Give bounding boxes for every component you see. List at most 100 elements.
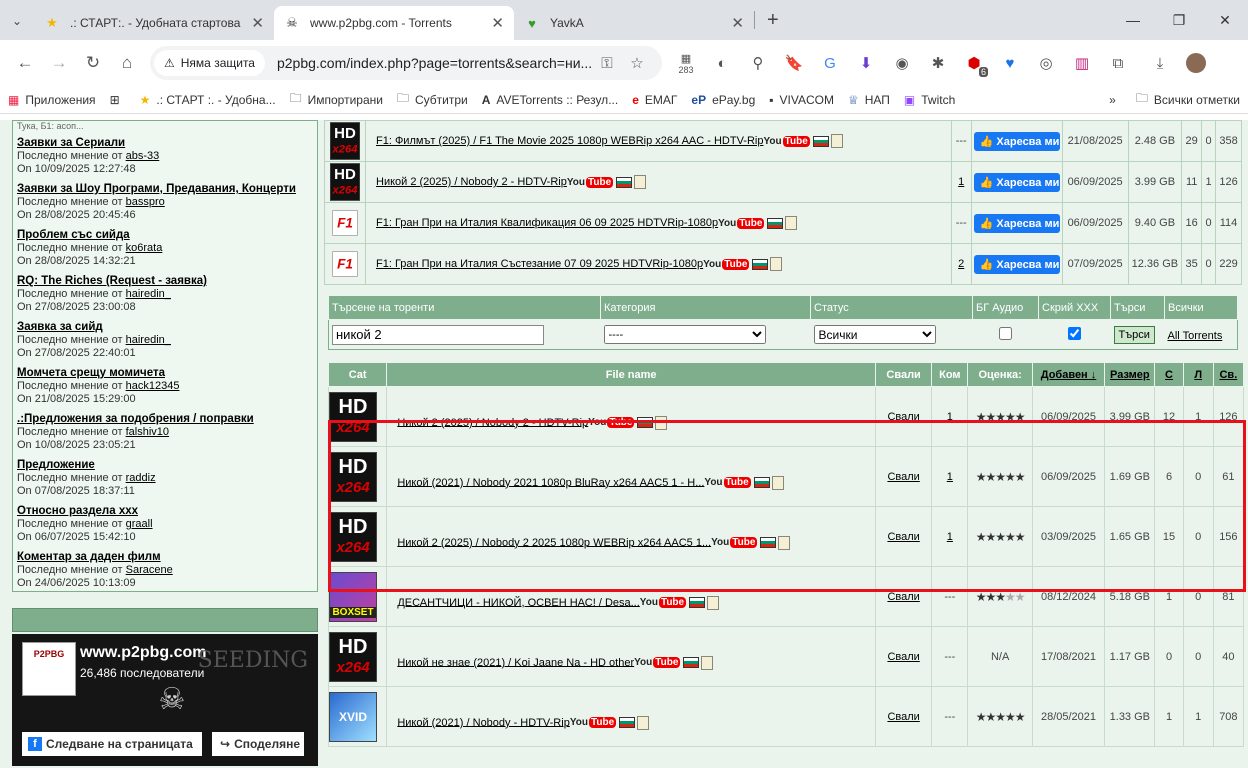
bookmark-epay[interactable]: eP ePay.bg	[691, 93, 755, 107]
address-bar[interactable]: ⚠ Няма защита p2pbg.com/index.php?page=to…	[150, 46, 662, 80]
hd-x264-category-icon[interactable]: HD x264	[329, 631, 377, 682]
all-torrents-link[interactable]: All Torrents	[1168, 330, 1223, 342]
ext-ghost-icon[interactable]: ◐	[704, 48, 740, 78]
ext-target-icon[interactable]: ◎	[1028, 48, 1064, 78]
comments-count[interactable]: ---	[956, 217, 967, 229]
bookmark-avetorrents[interactable]: A AVETorrents :: Резул...	[482, 93, 618, 107]
comments-count[interactable]: 1	[947, 471, 953, 483]
torrent-name-link[interactable]: F1: Филмът (2025) / F1 The Movie 2025 10…	[376, 135, 763, 147]
forum-user-link[interactable]: graall	[126, 518, 153, 530]
forum-topic-link[interactable]: RQ: The Riches (Request - заявка)	[17, 275, 313, 288]
youtube-icon[interactable]: You Tube	[718, 217, 765, 229]
fb-share-button[interactable]: ↪ Споделяне	[212, 732, 304, 756]
comments-count[interactable]: 2	[958, 258, 964, 270]
tab-start[interactable]: ★ .: СТАРТ:. - Удобната стартова ✕	[34, 6, 274, 40]
ext-calendar-icon[interactable]: ▦ 283	[668, 48, 704, 78]
xvid-category-icon[interactable]: XVID	[329, 691, 377, 742]
fb-like-button[interactable]: 👍 Харесва ми	[973, 172, 1060, 192]
forum-user-link[interactable]: ko6rata	[126, 242, 163, 254]
ext-bookmark-icon[interactable]: 🔖	[776, 48, 812, 78]
bg-audio-checkbox[interactable]	[999, 326, 1012, 340]
comments-count[interactable]: 1	[958, 176, 964, 188]
youtube-icon[interactable]: You Tube	[763, 135, 810, 147]
torrent-name-link[interactable]: Никой (2021) / Nobody 2021 1080p BluRay …	[397, 476, 704, 488]
torrent-name-link[interactable]: Никой 2 (2025) / Nobody 2 - HDTV-Rip	[376, 176, 567, 188]
ext-download-icon[interactable]: ⬇	[848, 48, 884, 78]
fb-follow-button[interactable]: f Следване на страницата	[22, 732, 202, 756]
nfo-icon[interactable]	[634, 175, 647, 189]
bookmark-star-icon[interactable]: ☆	[622, 54, 652, 72]
close-window-icon[interactable]: ✕	[1202, 12, 1248, 29]
torrent-name-link[interactable]: Никой (2021) / Nobody - HDTV-Rip	[397, 716, 570, 728]
youtube-icon[interactable]: You Tube	[567, 176, 614, 188]
nfo-icon[interactable]	[707, 595, 720, 610]
comments-count[interactable]: ---	[944, 591, 955, 603]
download-link[interactable]: Свали	[887, 411, 919, 423]
avatar[interactable]	[1178, 48, 1214, 78]
youtube-icon[interactable]: You Tube	[711, 537, 758, 548]
bookmark-apps[interactable]: ▦ Приложения	[8, 93, 96, 107]
forum-topic-link[interactable]: Заявка за сийд	[17, 321, 313, 334]
ext-m-icon[interactable]: ▥	[1064, 48, 1100, 78]
youtube-icon[interactable]: You Tube	[703, 258, 750, 270]
nfo-icon[interactable]	[830, 134, 843, 148]
youtube-icon[interactable]: You Tube	[640, 597, 687, 608]
forum-user-link[interactable]: abs-33	[126, 150, 160, 162]
close-icon[interactable]: ✕	[731, 14, 744, 32]
comments-count[interactable]: ---	[944, 651, 955, 663]
download-link[interactable]: Свали	[887, 591, 919, 603]
torrent-name-link[interactable]: F1: Гран При на Италия Квалификация 06 0…	[376, 217, 718, 229]
bookmark-all[interactable]: 🗀 Всички отметки	[1136, 89, 1240, 110]
home-icon[interactable]: ⌂	[110, 46, 144, 80]
results-header-8[interactable]: Л	[1182, 362, 1214, 387]
nfo-icon[interactable]	[771, 475, 784, 490]
forum-topic-link[interactable]: Заявки за Сериали	[17, 137, 313, 150]
forum-user-link[interactable]: hairedin_	[126, 288, 171, 300]
forum-topic-link[interactable]: Коментар за даден филм	[17, 551, 313, 564]
forum-user-link[interactable]: hairedin_	[126, 334, 171, 346]
nfo-icon[interactable]	[701, 655, 714, 670]
nfo-icon[interactable]	[778, 535, 791, 550]
search-button[interactable]: Търси	[1113, 325, 1155, 344]
results-header-2[interactable]: Свали	[874, 362, 933, 387]
close-icon[interactable]: ✕	[251, 14, 264, 32]
bookmark-emag[interactable]: e ЕМАГ	[632, 93, 677, 107]
torrent-name-link[interactable]: ДЕСАНТЧИЦИ - НИКОЙ, ОСВЕН НАС! / Desa...	[397, 596, 639, 608]
f1-category-icon[interactable]: F1	[332, 251, 358, 277]
results-header-4[interactable]: Оценка:	[967, 362, 1033, 387]
reload-icon[interactable]: ↻	[76, 46, 110, 80]
hd-x264-category-icon[interactable]: HD x264	[329, 511, 377, 562]
download-icon[interactable]: ⤓	[1142, 48, 1178, 78]
torrent-name-link[interactable]: F1: Гран При на Италия Състезание 07 09 …	[376, 258, 703, 270]
new-tab-icon[interactable]: +	[767, 9, 779, 32]
bookmark-imported[interactable]: 🗀 Импортирани	[290, 89, 383, 110]
forum-user-link[interactable]: raddiz	[126, 472, 156, 484]
torrent-name-link[interactable]: Никой 2 (2025) / Nobody 2 2025 1080p WEB…	[397, 536, 711, 548]
forum-topic-link[interactable]: Предложение	[17, 459, 313, 472]
results-header-9[interactable]: Св.	[1212, 362, 1245, 387]
download-link[interactable]: Свали	[887, 531, 919, 543]
tab-search-chevron-icon[interactable]: ⌄	[0, 4, 34, 38]
hd-x264-category-icon[interactable]: HD x264	[329, 451, 377, 502]
ext-chatgpt-icon[interactable]: ✱	[920, 48, 956, 78]
more-bookmarks-icon[interactable]: »	[1109, 93, 1116, 107]
puzzle-icon[interactable]: ⧉	[1100, 48, 1136, 78]
youtube-icon[interactable]: You Tube	[634, 657, 681, 668]
comments-count[interactable]: 1	[947, 411, 953, 423]
results-header-6[interactable]: Размер	[1104, 362, 1156, 387]
download-link[interactable]: Свали	[887, 651, 919, 663]
results-header-5[interactable]: Добавен ↓	[1031, 362, 1106, 387]
hd-x264-category-icon[interactable]: HD x264	[330, 122, 360, 160]
url-text[interactable]: p2pbg.com/index.php?page=torrents&search…	[277, 55, 592, 71]
category-select[interactable]: ----	[603, 325, 766, 344]
results-header-3[interactable]: Ком	[931, 362, 969, 387]
nfo-icon[interactable]	[637, 715, 650, 730]
comments-count[interactable]: 1	[947, 531, 953, 543]
bookmark-nap[interactable]: ♕ НАП	[848, 93, 890, 107]
forum-topic-link[interactable]: Проблем със сийда	[17, 229, 313, 242]
forward-icon[interactable]: →	[42, 46, 76, 80]
fb-like-button[interactable]: 👍 Харесва ми	[973, 254, 1060, 274]
bookmark-start[interactable]: ★ .: СТАРТ :. - Удобна...	[140, 93, 276, 107]
close-icon[interactable]: ✕	[491, 14, 504, 32]
torrent-name-link[interactable]: Никой 2 (2025) / Nobody 2 - HDTV-Rip	[397, 416, 588, 428]
